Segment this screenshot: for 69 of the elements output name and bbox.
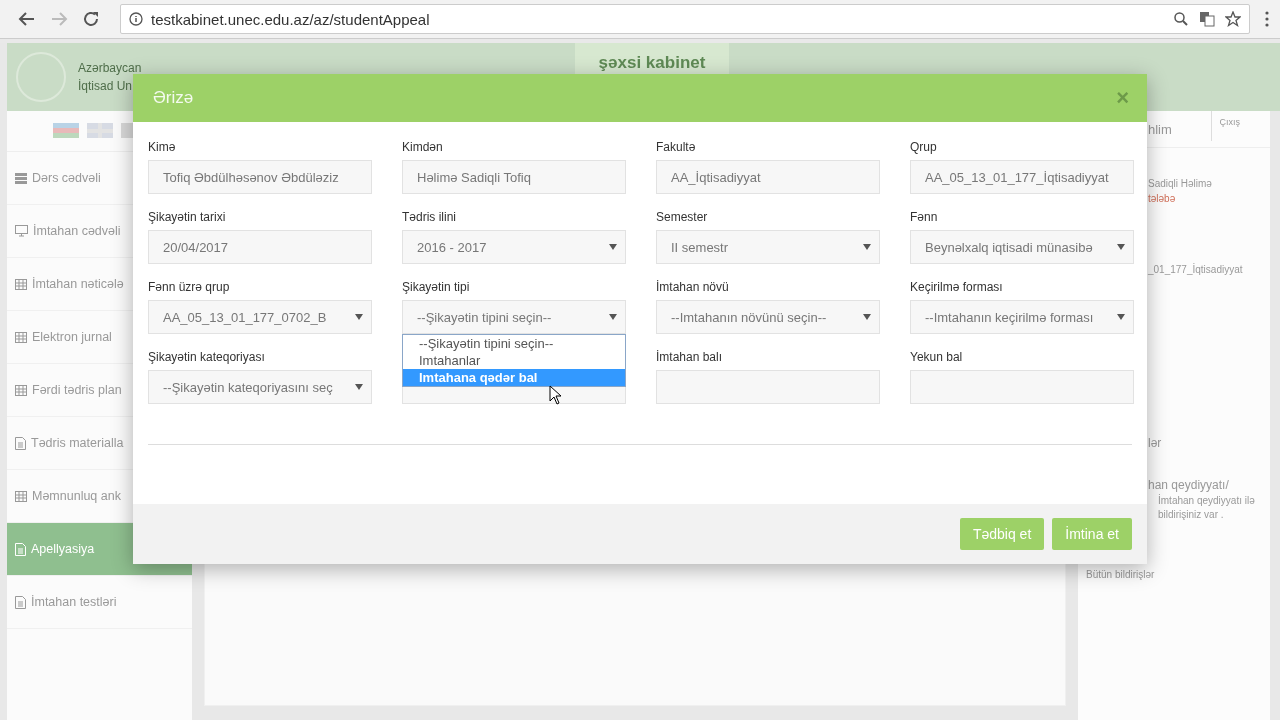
dialog-button[interactable]: Tədbiq et: [959, 518, 1045, 550]
section-title: lər: [1147, 436, 1163, 450]
table-icon: [15, 331, 27, 343]
select-field[interactable]: --Şikayətin tipini seçin--: [402, 300, 626, 334]
field-label: Yekun bal: [910, 350, 964, 364]
select-field[interactable]: II semestr: [656, 230, 880, 264]
field-label: Şikayətin tipi: [402, 280, 471, 294]
field-label: Tədris ilini: [402, 210, 457, 224]
document-icon: [15, 436, 26, 450]
input-field[interactable]: [656, 370, 880, 404]
field-label: Fakultə: [656, 140, 697, 154]
field-label: Keçirilmə forması: [910, 280, 1004, 294]
back-icon[interactable]: [18, 10, 36, 28]
university-name: İqtisad Un: [78, 79, 134, 93]
table-icon: [15, 384, 27, 396]
field-label: Qrup: [910, 140, 938, 154]
caret-icon: [609, 314, 617, 320]
select-field[interactable]: --Imtahanın keçirilmə forması: [910, 300, 1134, 334]
dropdown-option[interactable]: Imtahana qədər bal: [403, 369, 625, 386]
caret-icon: [863, 314, 871, 320]
caret-icon: [863, 244, 871, 250]
document-icon: [15, 542, 26, 556]
input-field[interactable]: AA_İqtisadiyyat: [656, 160, 880, 194]
field-label: İmtahan balı: [656, 350, 724, 364]
select-field[interactable]: --Imtahanın növünü seçin--: [656, 300, 880, 334]
table-icon: [15, 490, 27, 502]
all-notifications-link[interactable]: Bütün bildirişlər: [1086, 569, 1155, 580]
input-field[interactable]: Həlimə Sadiqli Tofiq: [402, 160, 626, 194]
info-icon: [129, 12, 143, 26]
dialog-button[interactable]: İmtina et: [1052, 518, 1132, 550]
input-field[interactable]: AA_05_13_01_177_İqtisadiyyat: [910, 160, 1134, 194]
notice-text: bildirişiniz var .: [1157, 509, 1225, 520]
caret-icon: [609, 244, 617, 250]
field-label: İmtahan növü: [656, 280, 730, 294]
caret-icon: [355, 314, 363, 320]
input-field[interactable]: Tofiq Əbdülhəsənov Əbdüləziz: [148, 160, 372, 194]
zoom-icon[interactable]: [1173, 11, 1189, 27]
select-field[interactable]: Beynəlxalq iqtisadi münasibə: [910, 230, 1134, 264]
logout-link[interactable]: Çıxış: [1211, 111, 1240, 141]
caret-icon: [1117, 244, 1125, 250]
university-name: Azərbaycan: [78, 61, 142, 75]
sidebar-item[interactable]: İmtahan testləri: [7, 576, 192, 629]
field-label: Semester: [656, 210, 709, 224]
select-field[interactable]: AA_05_13_01_177_0702_B: [148, 300, 372, 334]
user-role: tələbə: [1147, 193, 1177, 204]
caret-icon: [1117, 314, 1125, 320]
caret-icon: [355, 384, 363, 390]
dialog-title: Ərizə: [153, 88, 194, 108]
notice-text: İmtahan qeydiyyatı ilə: [1157, 495, 1256, 506]
dropdown-option[interactable]: Imtahanlar: [403, 352, 625, 369]
group-name: _01_177_İqtisadiyyat: [1147, 264, 1244, 275]
close-button[interactable]: ×: [1116, 87, 1129, 109]
list-icon: [15, 172, 27, 184]
input-field[interactable]: 20/04/2017: [148, 230, 372, 264]
table-icon: [15, 278, 27, 290]
monitor-icon: [15, 225, 28, 237]
field-label: Fənn: [910, 210, 939, 224]
menu-icon[interactable]: [1264, 11, 1270, 27]
select-field[interactable]: --Şikayətin kateqoriyasını seç: [148, 370, 372, 404]
select-field[interactable]: 2016 - 2017: [402, 230, 626, 264]
field-label: Kimdən: [402, 140, 444, 154]
document-icon: [15, 595, 26, 609]
address-bar[interactable]: testkabinet.unec.edu.az/az/studentAppeal: [120, 4, 1250, 34]
dropdown-option[interactable]: --Şikayətin tipini seçin--: [403, 335, 625, 352]
reload-icon[interactable]: [82, 10, 100, 28]
input-field[interactable]: [910, 370, 1134, 404]
star-icon[interactable]: [1225, 11, 1241, 27]
translate-icon[interactable]: [1199, 11, 1215, 27]
field-label: Kimə: [148, 140, 177, 154]
